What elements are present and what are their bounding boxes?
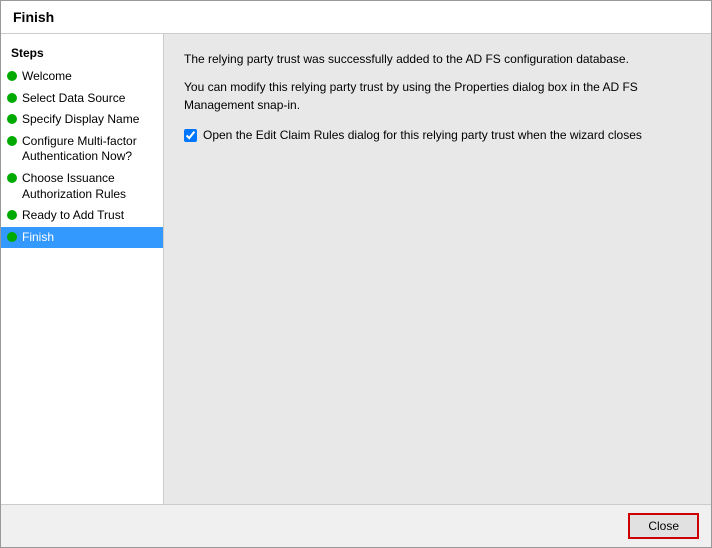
step-ready-to-add-trust: Ready to Add Trust [1,205,163,227]
dialog-content: Steps Welcome Select Data Source Specify… [1,34,711,504]
step-dot-finish [7,232,17,242]
step-label-finish: Finish [22,230,54,246]
steps-heading: Steps [1,42,163,66]
step-welcome: Welcome [1,66,163,88]
success-line2: You can modify this relying party trust … [184,78,691,114]
step-label-welcome: Welcome [22,69,72,85]
main-panel: The relying party trust was successfully… [164,34,711,504]
step-label-configure-multifactor: Configure Multi-factor Authentication No… [22,134,155,165]
steps-sidebar: Steps Welcome Select Data Source Specify… [1,34,164,504]
title-text: Finish [13,9,54,25]
open-edit-claim-label: Open the Edit Claim Rules dialog for thi… [203,128,642,142]
step-dot-configure-multifactor [7,136,17,146]
success-line1: The relying party trust was successfully… [184,50,691,68]
step-dot-welcome [7,71,17,81]
step-label-choose-issuance: Choose Issuance Authorization Rules [22,171,155,202]
step-choose-issuance: Choose Issuance Authorization Rules [1,168,163,205]
step-label-select-data-source: Select Data Source [22,91,125,107]
open-edit-claim-checkbox-row[interactable]: Open the Edit Claim Rules dialog for thi… [184,128,691,142]
dialog-title: Finish [1,1,711,34]
main-content: The relying party trust was successfully… [184,50,691,488]
step-label-ready-to-add-trust: Ready to Add Trust [22,208,124,224]
finish-dialog: Finish Steps Welcome Select Data Source … [0,0,712,548]
step-select-data-source: Select Data Source [1,88,163,110]
step-label-specify-display-name: Specify Display Name [22,112,139,128]
close-button[interactable]: Close [628,513,699,539]
step-dot-ready-to-add-trust [7,210,17,220]
step-finish: Finish [1,227,163,249]
step-specify-display-name: Specify Display Name [1,109,163,131]
step-configure-multifactor: Configure Multi-factor Authentication No… [1,131,163,168]
step-dot-select-data-source [7,93,17,103]
step-dot-specify-display-name [7,114,17,124]
dialog-footer: Close [1,504,711,547]
step-dot-choose-issuance [7,173,17,183]
open-edit-claim-checkbox[interactable] [184,129,197,142]
